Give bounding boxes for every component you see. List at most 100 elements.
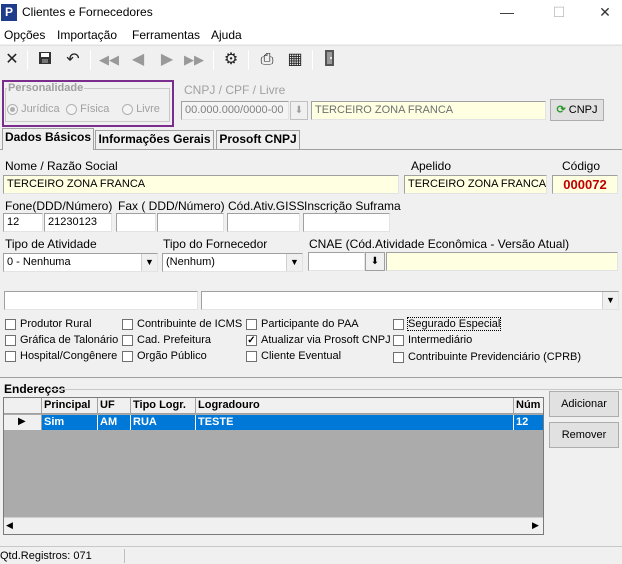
checkbox-contribuinte-cprb[interactable]: Contribuinte Previdenciário (CPRB) bbox=[393, 351, 581, 363]
fax-label: Fax ( DDD/Número) bbox=[118, 199, 225, 213]
cnae-label: CNAE (Cód.Atividade Econômica - Versão A… bbox=[309, 237, 570, 251]
giss-label: Cód.Ativ.GISS bbox=[228, 199, 305, 213]
checkbox-segurado-especial[interactable]: Segurado Especial bbox=[393, 317, 502, 332]
scroll-right-icon[interactable]: ▶ bbox=[532, 520, 539, 531]
checkbox-box[interactable] bbox=[246, 350, 257, 362]
checkbox-cliente-eventual[interactable]: Cliente Eventual bbox=[246, 350, 341, 362]
radio-fisica-label: Física bbox=[80, 103, 110, 115]
fone-ddd-field[interactable]: 12 bbox=[3, 213, 43, 232]
table-cell[interactable]: AM bbox=[98, 415, 131, 430]
checkbox-label: Cliente Eventual bbox=[261, 350, 342, 363]
report-icon[interactable]: ▦ bbox=[284, 49, 306, 71]
menu-ferramentas[interactable]: Ferramentas bbox=[132, 28, 200, 42]
radio-juridica[interactable]: Jurídica bbox=[7, 103, 60, 115]
checkbox-box[interactable] bbox=[5, 318, 16, 330]
table-cell[interactable]: Sim bbox=[42, 415, 98, 430]
giss-field[interactable] bbox=[227, 213, 300, 232]
undo-icon[interactable]: ↶ bbox=[62, 49, 84, 71]
grid-header-tipo-logr[interactable]: Tipo Logr. bbox=[131, 398, 196, 414]
previous-record-icon[interactable]: ◀ bbox=[127, 49, 149, 71]
grid-header-logradouro[interactable]: Logradouro bbox=[196, 398, 514, 414]
checkbox-participante-paa[interactable]: Participante do PAA bbox=[246, 318, 359, 330]
minimize-button[interactable]: — bbox=[484, 0, 530, 26]
apelido-field[interactable]: TERCEIRO ZONA FRANCA bbox=[404, 175, 547, 194]
cnae-lookup-icon[interactable]: ⬇ bbox=[365, 252, 385, 271]
checkbox-box[interactable] bbox=[5, 350, 16, 362]
radio-livre-button[interactable] bbox=[122, 103, 133, 115]
menu-opcoes[interactable]: Opções bbox=[4, 28, 45, 42]
checkbox-box-checked[interactable]: ✓ bbox=[246, 334, 257, 346]
blank-select[interactable]: ▼ bbox=[201, 291, 619, 310]
table-cell[interactable]: TESTE bbox=[196, 415, 514, 430]
tipo-atividade-select[interactable]: 0 - Nenhuma ▼ bbox=[3, 253, 158, 272]
chevron-down-icon[interactable]: ▼ bbox=[286, 254, 302, 271]
fax-numero-field[interactable] bbox=[157, 213, 224, 232]
row-selector-icon[interactable]: ▶ bbox=[4, 415, 42, 430]
checkbox-orgao-publico[interactable]: Orgão Público bbox=[122, 350, 207, 362]
exit-door-icon[interactable] bbox=[319, 49, 341, 71]
checkbox-hospital[interactable]: Hospital/Congênere bbox=[5, 350, 117, 362]
last-record-icon[interactable]: ▶▶ bbox=[183, 49, 205, 71]
tools-icon[interactable]: ⚙ bbox=[220, 49, 242, 71]
table-cell[interactable]: RUA bbox=[131, 415, 196, 430]
save-icon[interactable] bbox=[34, 49, 56, 71]
cnpj-button[interactable]: ⟳ CNPJ bbox=[550, 99, 604, 121]
tab-dados-basicos[interactable]: Dados Básicos bbox=[2, 128, 94, 150]
print-icon[interactable]: ⎙ bbox=[256, 49, 278, 71]
first-record-icon[interactable]: ◀◀ bbox=[98, 49, 120, 71]
close-icon[interactable]: ✕ bbox=[1, 49, 23, 71]
checkbox-box[interactable] bbox=[122, 334, 133, 346]
chevron-down-icon[interactable]: ▼ bbox=[141, 254, 157, 271]
horizontal-scrollbar[interactable]: ◀ ▶ bbox=[4, 517, 543, 534]
codigo-field[interactable]: 000072 bbox=[552, 175, 618, 194]
tab-informacoes-gerais[interactable]: Informações Gerais bbox=[95, 130, 214, 149]
checkbox-label: Participante do PAA bbox=[261, 318, 359, 331]
radio-fisica-button[interactable] bbox=[66, 103, 77, 115]
menu-importacao[interactable]: Importação bbox=[57, 28, 117, 42]
tab-prosoft-cnpj[interactable]: Prosoft CNPJ bbox=[216, 130, 300, 149]
radio-livre[interactable]: Livre bbox=[122, 103, 160, 115]
checkbox-intermediario[interactable]: Intermediário bbox=[393, 334, 472, 346]
checkbox-atualizar-prosoft[interactable]: ✓ Atualizar via Prosoft CNPJ bbox=[246, 334, 391, 346]
checkbox-box[interactable] bbox=[122, 318, 133, 330]
grid-header-uf[interactable]: UF bbox=[98, 398, 131, 414]
suframa-field[interactable] bbox=[303, 213, 390, 232]
checkbox-cad-prefeitura[interactable]: Cad. Prefeitura bbox=[122, 334, 211, 346]
close-window-button[interactable]: ✕ bbox=[582, 0, 622, 26]
cnpj-field[interactable]: 00.000.000/0000-00 bbox=[181, 101, 289, 120]
blank-field[interactable] bbox=[4, 291, 198, 310]
radio-fisica[interactable]: Física bbox=[66, 103, 109, 115]
enderecos-grid[interactable]: Principal UF Tipo Logr. Logradouro Núm ▶… bbox=[3, 397, 544, 535]
fax-ddd-field[interactable] bbox=[116, 213, 156, 232]
checkbox-box[interactable] bbox=[5, 334, 16, 346]
cnpj-lookup-icon[interactable]: ⬇ bbox=[290, 101, 308, 120]
table-cell[interactable]: 12 bbox=[514, 415, 543, 430]
status-bar: Qtd.Registros: 071 bbox=[0, 546, 622, 564]
checkbox-box[interactable] bbox=[393, 334, 404, 346]
nome-field[interactable]: TERCEIRO ZONA FRANCA bbox=[3, 175, 399, 194]
radio-juridica-button[interactable] bbox=[7, 103, 18, 115]
tipo-fornecedor-select[interactable]: (Nenhum) ▼ bbox=[162, 253, 303, 272]
fone-numero-field[interactable]: 21230123 bbox=[44, 213, 112, 232]
cnae-description-field[interactable] bbox=[386, 252, 618, 271]
scroll-track[interactable] bbox=[20, 520, 528, 532]
grid-header-numero[interactable]: Núm bbox=[514, 398, 543, 414]
checkbox-box[interactable] bbox=[393, 351, 404, 363]
scroll-left-icon[interactable]: ◀ bbox=[6, 520, 13, 531]
adicionar-button[interactable]: Adicionar bbox=[549, 391, 619, 417]
checkbox-contribuinte-icms[interactable]: Contribuinte de ICMS bbox=[122, 318, 242, 330]
checkbox-box[interactable] bbox=[246, 318, 257, 330]
section-divider bbox=[0, 377, 622, 378]
maximize-button[interactable]: ☐ bbox=[536, 0, 582, 26]
checkbox-box[interactable] bbox=[393, 318, 404, 330]
cnpj-name-field[interactable]: TERCEIRO ZONA FRANCA bbox=[311, 101, 546, 120]
checkbox-produtor-rural[interactable]: Produtor Rural bbox=[5, 318, 92, 330]
menu-ajuda[interactable]: Ajuda bbox=[211, 28, 242, 42]
chevron-down-icon[interactable]: ▼ bbox=[602, 292, 618, 309]
checkbox-box[interactable] bbox=[122, 350, 133, 362]
next-record-icon[interactable]: ▶ bbox=[156, 49, 178, 71]
cnae-code-field[interactable] bbox=[308, 252, 365, 271]
checkbox-grafica-talonario[interactable]: Gráfica de Talonário bbox=[5, 334, 118, 346]
remover-button[interactable]: Remover bbox=[549, 422, 619, 448]
grid-header-principal[interactable]: Principal bbox=[42, 398, 98, 414]
